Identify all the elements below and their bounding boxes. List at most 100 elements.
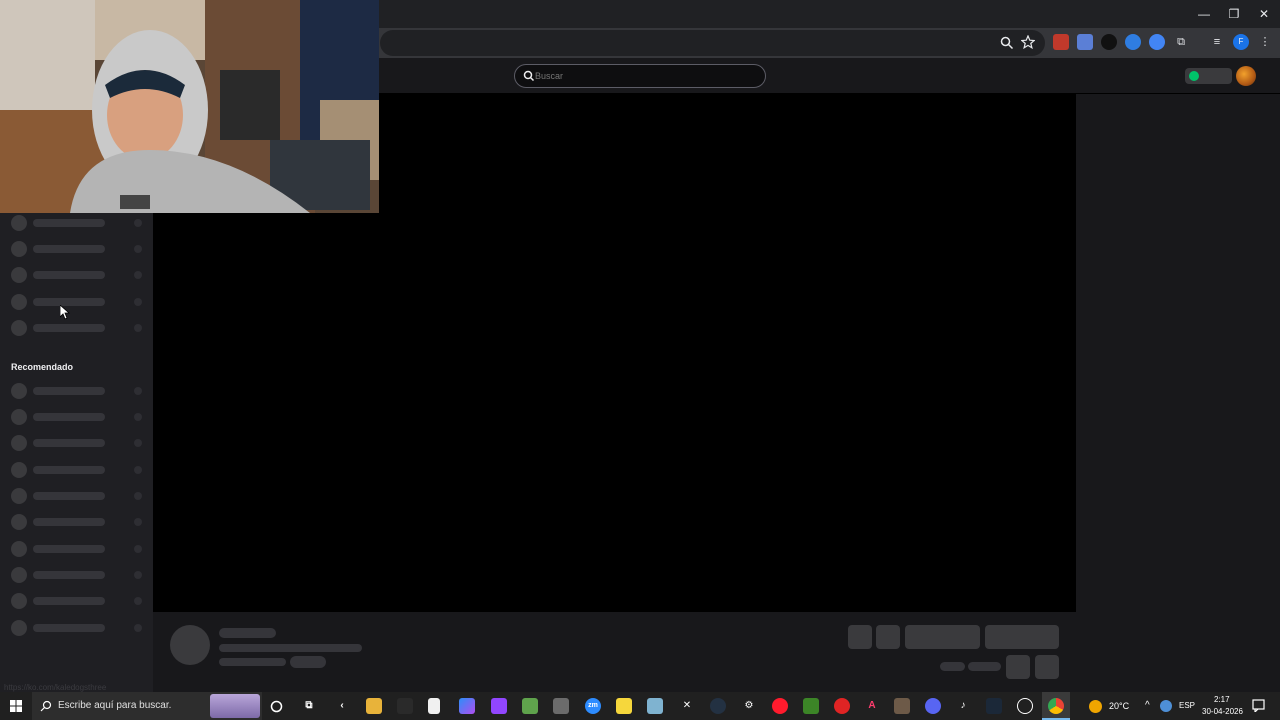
recommended-heading: Recomendado bbox=[11, 362, 74, 372]
minecraft-icon[interactable] bbox=[803, 698, 819, 714]
restore-button[interactable]: ❐ bbox=[1223, 4, 1245, 24]
sidebar-skeleton-item[interactable] bbox=[0, 514, 153, 540]
app-outline-icon[interactable] bbox=[1017, 698, 1033, 714]
sidebar-skeleton-item[interactable] bbox=[0, 241, 153, 267]
extension-red-icon[interactable] bbox=[1053, 34, 1069, 50]
twitch-icon[interactable] bbox=[491, 698, 507, 714]
search-input[interactable] bbox=[535, 65, 755, 87]
skeleton-button[interactable] bbox=[1006, 655, 1030, 679]
steam-icon[interactable] bbox=[986, 698, 1002, 714]
skeleton-avatar bbox=[11, 383, 27, 399]
skeleton-button[interactable] bbox=[1035, 655, 1059, 679]
skeleton-avatar bbox=[11, 294, 27, 310]
skeleton-button[interactable] bbox=[876, 625, 900, 649]
back-app-icon[interactable]: ‹ bbox=[334, 698, 350, 714]
subscribe-button-skeleton[interactable] bbox=[985, 625, 1059, 649]
skeleton-line bbox=[33, 387, 105, 395]
skeleton-line bbox=[33, 271, 105, 279]
extension-circle-icon[interactable] bbox=[1149, 34, 1165, 50]
adobe-icon[interactable]: A bbox=[864, 698, 880, 714]
sidebar-skeleton-item[interactable] bbox=[0, 462, 153, 488]
app-blue-icon[interactable] bbox=[647, 698, 663, 714]
settings-icon[interactable]: ⚙ bbox=[741, 698, 757, 714]
windows-start-icon[interactable] bbox=[10, 700, 22, 712]
sidebar-skeleton-item[interactable] bbox=[0, 593, 153, 619]
close-button[interactable]: ✕ bbox=[1253, 4, 1275, 24]
sidebar-skeleton-item[interactable] bbox=[0, 567, 153, 593]
sidebar-skeleton-item[interactable] bbox=[0, 541, 153, 567]
skeleton-line bbox=[33, 413, 105, 421]
star-icon[interactable] bbox=[1021, 35, 1035, 49]
skeleton-line bbox=[33, 597, 105, 605]
skeleton-line bbox=[940, 662, 965, 671]
channel-avatar-skeleton[interactable] bbox=[170, 625, 210, 665]
temperature[interactable]: 20°C bbox=[1109, 701, 1129, 711]
copilot-icon[interactable] bbox=[459, 698, 475, 714]
stream-info bbox=[153, 612, 1076, 692]
language-indicator[interactable]: ESP bbox=[1179, 701, 1195, 710]
cortana-icon[interactable] bbox=[270, 700, 283, 713]
skeleton-line bbox=[33, 466, 105, 474]
sidebar-skeleton-item[interactable] bbox=[0, 383, 153, 409]
notepad-icon[interactable] bbox=[428, 698, 440, 714]
skeleton-line bbox=[33, 492, 105, 500]
sidebar-skeleton-item[interactable] bbox=[0, 435, 153, 461]
search-box[interactable] bbox=[514, 64, 766, 88]
skeleton-button[interactable] bbox=[848, 625, 872, 649]
webcam-image bbox=[0, 0, 379, 213]
skeleton-dot bbox=[134, 245, 142, 253]
sidebar-skeleton-item[interactable] bbox=[0, 294, 153, 320]
app-icon[interactable] bbox=[397, 698, 413, 714]
sidebar-skeleton-item[interactable] bbox=[0, 488, 153, 514]
chat-panel bbox=[1076, 94, 1280, 692]
skeleton-dot bbox=[134, 518, 142, 526]
weather-icon[interactable] bbox=[1089, 700, 1102, 713]
sidebar-skeleton-item[interactable] bbox=[0, 620, 153, 646]
app-dark-icon[interactable] bbox=[710, 698, 726, 714]
status-url: https://ko.com/kaledogsthree bbox=[4, 683, 107, 692]
minimize-button[interactable]: — bbox=[1193, 4, 1215, 24]
skeleton-line bbox=[33, 545, 105, 553]
sidebar-skeleton-item[interactable] bbox=[0, 215, 153, 241]
tiktok-icon[interactable]: ♪ bbox=[955, 698, 971, 714]
sidebar-skeleton-item[interactable] bbox=[0, 267, 153, 293]
clock-time[interactable]: 2:17 bbox=[1214, 695, 1230, 704]
skeleton-line bbox=[33, 324, 105, 332]
follow-button-skeleton[interactable] bbox=[905, 625, 980, 649]
menu-icon[interactable]: ⋮ bbox=[1257, 34, 1273, 50]
prime-indicator[interactable] bbox=[1185, 68, 1232, 84]
user-avatar[interactable] bbox=[1236, 66, 1256, 86]
chrome-active-tab[interactable] bbox=[1042, 692, 1070, 720]
translate-extension-icon[interactable] bbox=[1077, 34, 1093, 50]
clock-date[interactable]: 30-04-2026 bbox=[1202, 707, 1243, 716]
capcut-icon[interactable]: ✕ bbox=[679, 698, 695, 714]
game-icon[interactable] bbox=[894, 698, 910, 714]
taskbar-search[interactable]: Escribe aquí para buscar. bbox=[32, 692, 262, 720]
network-icon[interactable] bbox=[1160, 700, 1172, 712]
skeleton-line bbox=[33, 245, 105, 253]
queue-icon[interactable]: ≡ bbox=[1209, 34, 1225, 50]
app-red-icon[interactable] bbox=[834, 698, 850, 714]
tray-chevron-icon[interactable]: ^ bbox=[1145, 700, 1150, 711]
skeleton-line bbox=[33, 624, 105, 632]
task-view-icon[interactable]: ⧉ bbox=[301, 698, 317, 714]
opera-icon[interactable] bbox=[772, 698, 788, 714]
calculator-icon[interactable] bbox=[553, 698, 569, 714]
puzzle-icon[interactable]: ⧉ bbox=[1173, 34, 1189, 50]
discord-icon[interactable] bbox=[925, 698, 941, 714]
notifications-icon[interactable] bbox=[1252, 699, 1265, 712]
address-bar[interactable] bbox=[380, 30, 1045, 56]
extension-dark-icon[interactable] bbox=[1101, 34, 1117, 50]
app-green-icon[interactable] bbox=[522, 698, 538, 714]
sticky-notes-icon[interactable] bbox=[616, 698, 632, 714]
profile-icon[interactable]: F bbox=[1233, 34, 1249, 50]
skeleton-avatar bbox=[11, 241, 27, 257]
file-explorer-icon[interactable] bbox=[366, 698, 382, 714]
skeleton-avatar bbox=[11, 435, 27, 451]
zoom-app-icon[interactable]: zm bbox=[585, 698, 601, 714]
extension-blue-icon[interactable] bbox=[1125, 34, 1141, 50]
search-highlight-image bbox=[210, 694, 260, 718]
sidebar-skeleton-item[interactable] bbox=[0, 409, 153, 435]
sidebar-skeleton-item[interactable] bbox=[0, 320, 153, 346]
zoom-icon[interactable] bbox=[1000, 36, 1014, 50]
